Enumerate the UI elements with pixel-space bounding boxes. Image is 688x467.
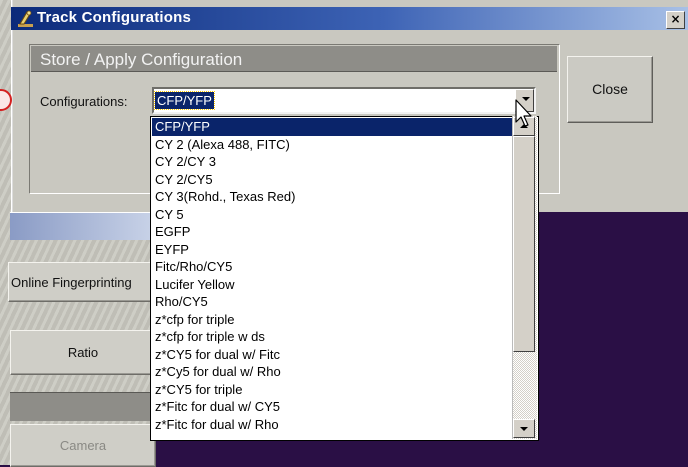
list-item[interactable]: CY 3(Rohd., Texas Red) — [152, 188, 513, 206]
list-item[interactable]: CY 2/CY 3 — [152, 153, 513, 171]
ratio-button[interactable]: Ratio — [10, 330, 156, 375]
dropdown-list: CFP/YFP CY 2 (Alexa 488, FITC) CY 2/CY 3… — [152, 118, 513, 433]
close-icon[interactable]: × — [666, 11, 685, 29]
list-item[interactable]: z*Fitc for dual w/ CY5 — [152, 398, 513, 416]
list-item[interactable]: CY 5 — [152, 206, 513, 224]
list-item[interactable]: z*CY5 for triple — [152, 381, 513, 399]
configurations-label: Configurations: — [40, 94, 128, 109]
scrollbar-thumb[interactable] — [513, 136, 535, 352]
group-title: Store / Apply Configuration — [40, 50, 243, 69]
online-fingerprinting-button[interactable]: Online Fingerprinting — [8, 262, 154, 302]
microscope-icon — [17, 10, 35, 28]
list-item[interactable]: z*Cy5 for dual w/ Rho — [152, 363, 513, 381]
list-item[interactable]: EGFP — [152, 223, 513, 241]
list-item[interactable]: CY 2/CY5 — [152, 171, 513, 189]
list-item[interactable]: Rho/CY5 — [152, 293, 513, 311]
parent-panel-divider — [10, 392, 155, 421]
list-item[interactable]: z*cfp for triple w ds — [152, 328, 513, 346]
list-item[interactable]: Fitc/Rho/CY5 — [152, 258, 513, 276]
list-item[interactable]: z*CY5 for dual w/ Fitc — [152, 346, 513, 364]
list-item[interactable]: CFP/YFP — [152, 118, 513, 136]
parent-panel-header — [10, 212, 155, 240]
combobox-selected-value[interactable]: CFP/YFP — [154, 91, 215, 110]
list-item[interactable]: Lucifer Yellow — [152, 276, 513, 294]
configurations-dropdown[interactable]: CFP/YFP CY 2 (Alexa 488, FITC) CY 2/CY 3… — [150, 116, 539, 441]
list-item[interactable]: EYFP — [152, 241, 513, 259]
arrow-down-icon[interactable] — [513, 419, 535, 438]
camera-button[interactable]: Camera — [10, 424, 156, 467]
mouse-pointer-icon — [514, 98, 538, 132]
dialog-title: Track Configurations — [37, 9, 192, 26]
list-item[interactable]: z*Fitc for dual w/ Rho — [152, 416, 513, 434]
close-button[interactable]: Close — [567, 56, 653, 123]
list-item[interactable]: z*cfp for triple — [152, 311, 513, 329]
list-item[interactable]: CY 2 (Alexa 488, FITC) — [152, 136, 513, 154]
